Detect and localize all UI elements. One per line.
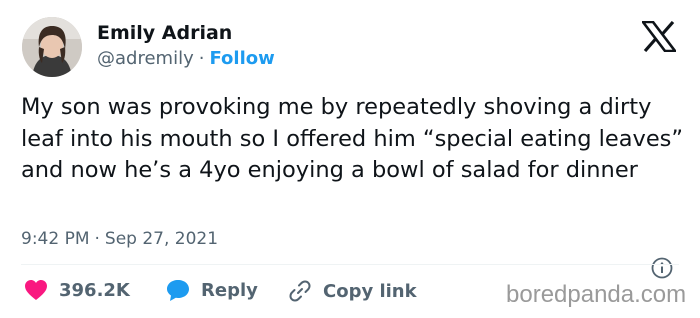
info-icon[interactable] — [651, 257, 673, 279]
reply-bubble-icon — [167, 280, 189, 301]
heart-icon — [25, 280, 47, 300]
likes-count: 396.2K — [59, 279, 130, 301]
reply-button[interactable]: Reply — [166, 279, 258, 302]
author-handle[interactable]: @adremily — [97, 48, 194, 69]
watermark: boredpanda.com — [506, 281, 687, 308]
separator: · — [94, 229, 100, 249]
profile-photo-icon — [22, 17, 82, 77]
timestamp[interactable]: 9:42 PM · Sep 27, 2021 — [21, 229, 218, 249]
follow-button[interactable]: Follow — [209, 48, 274, 69]
tweet-text: My son was provoking me by repeatedly sh… — [21, 94, 684, 183]
tweet-date: Sep 27, 2021 — [104, 229, 219, 249]
author-handle-row: @adremily · Follow — [97, 48, 275, 69]
avatar[interactable] — [22, 17, 82, 77]
tweet-time: 9:42 PM — [21, 229, 90, 249]
reply-label: Reply — [201, 280, 258, 301]
x-logo-icon[interactable] — [642, 21, 676, 52]
like-button[interactable]: 396.2K — [24, 279, 130, 301]
author-name[interactable]: Emily Adrian — [97, 22, 232, 44]
separator: · — [198, 48, 205, 69]
copy-link-button[interactable]: Copy link — [288, 279, 417, 303]
copy-link-label: Copy link — [323, 280, 417, 302]
link-icon — [289, 280, 311, 302]
divider — [21, 264, 679, 265]
